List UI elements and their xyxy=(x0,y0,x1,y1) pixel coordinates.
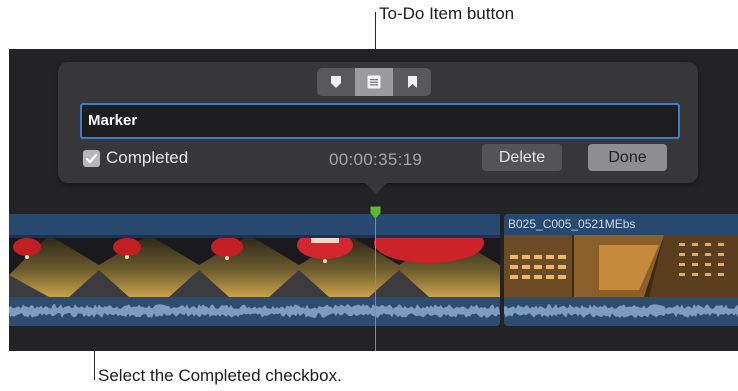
audio-waveform xyxy=(9,297,500,326)
todo-button-callout: To-Do Item button xyxy=(379,4,515,23)
popover-pointer xyxy=(364,182,388,194)
audio-waveform xyxy=(504,297,738,326)
marker-timecode: 00:00:35:19 xyxy=(329,150,423,169)
todo-marker-icon[interactable] xyxy=(370,206,381,219)
checkmark-icon xyxy=(85,153,98,164)
chapter-marker-icon xyxy=(407,76,417,88)
completed-checkbox[interactable] xyxy=(83,150,100,167)
marker-name-field[interactable]: Marker xyxy=(80,103,680,139)
standard-marker-button[interactable] xyxy=(317,68,355,96)
clip-title xyxy=(9,214,500,235)
clip-title: B025_C005_0521MEbs xyxy=(504,214,738,235)
clip-thumbnail-filmstrip xyxy=(504,235,738,297)
video-clip[interactable] xyxy=(9,214,500,326)
todo-item-button[interactable] xyxy=(355,68,393,96)
standard-marker-icon xyxy=(331,76,341,88)
clip-thumbnail-filmstrip xyxy=(9,235,500,297)
timeline-track: B025_C005_0521MEbs xyxy=(9,214,738,334)
completed-checkbox-callout: Select the Completed checkbox. xyxy=(98,366,342,385)
completed-label: Completed xyxy=(106,148,189,167)
chapter-marker-button[interactable] xyxy=(393,68,431,96)
marker-popover: Marker Completed 00:00:35:19 Delete Done xyxy=(58,62,698,183)
timeline-window: Marker Completed 00:00:35:19 Delete Done xyxy=(9,49,738,351)
playhead[interactable] xyxy=(375,214,376,351)
marker-type-segmented-control xyxy=(317,68,431,96)
todo-item-icon xyxy=(367,75,381,89)
done-button[interactable]: Done xyxy=(588,144,667,171)
delete-button[interactable]: Delete xyxy=(482,144,562,171)
video-clip-b025[interactable]: B025_C005_0521MEbs xyxy=(504,214,738,326)
